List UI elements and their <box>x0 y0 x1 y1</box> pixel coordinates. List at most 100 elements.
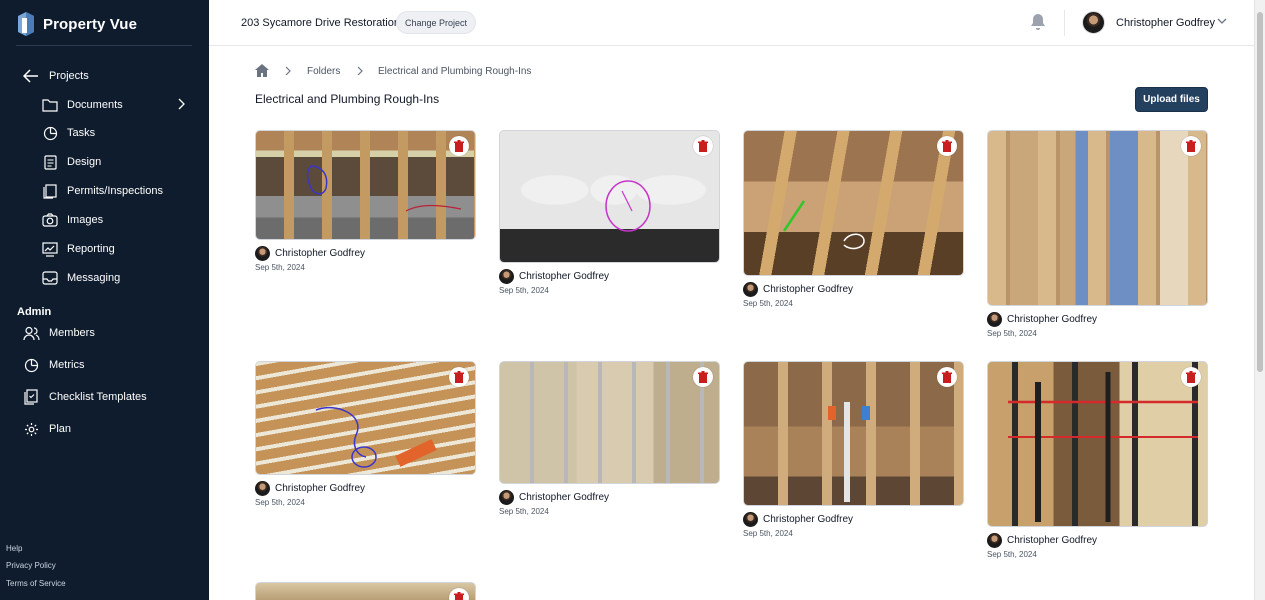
home-icon[interactable] <box>255 64 269 77</box>
sidebar-item-design[interactable]: Design <box>41 152 191 172</box>
gallery-item[interactable] <box>255 582 476 600</box>
photo-thumbnail[interactable] <box>987 361 1208 527</box>
pie-chart-icon <box>41 124 59 142</box>
page-scrollbar[interactable] <box>1254 0 1265 600</box>
scrollbar-thumb[interactable] <box>1257 12 1263 372</box>
sidebar-item-tasks[interactable]: Tasks <box>41 123 191 143</box>
chevron-right-icon <box>178 98 185 110</box>
folder-icon <box>41 96 59 114</box>
breadcrumb-current-folder[interactable]: Electrical and Plumbing Rough-Ins <box>378 66 531 77</box>
page-title: Electrical and Plumbing Rough-Ins <box>255 92 440 106</box>
delete-button[interactable] <box>693 367 713 387</box>
delete-button[interactable] <box>449 367 469 387</box>
gear-icon <box>22 420 40 438</box>
delete-button[interactable] <box>693 136 713 156</box>
help-link[interactable]: Help <box>6 544 22 553</box>
sidebar-item-checklist-templates[interactable]: Checklist Templates <box>22 387 147 407</box>
privacy-policy-link[interactable]: Privacy Policy <box>6 561 56 570</box>
sidebar-item-label: Reporting <box>67 243 115 255</box>
brand[interactable]: Property Vue <box>16 12 137 36</box>
trash-icon <box>698 139 708 152</box>
delete-button[interactable] <box>937 367 957 387</box>
delete-button[interactable] <box>937 136 957 156</box>
gallery-item[interactable]: Christopher Godfrey Sep 5th, 2024 <box>987 361 1208 559</box>
trash-icon <box>454 139 464 152</box>
sidebar: Property Vue Projects Documents Tasks De… <box>0 0 209 600</box>
trash-icon <box>942 370 952 383</box>
delete-button[interactable] <box>1181 367 1201 387</box>
sidebar-item-images[interactable]: Images <box>41 210 191 230</box>
photo-meta: Christopher Godfrey <box>743 512 964 527</box>
photo-author: Christopher Godfrey <box>275 248 366 259</box>
camera-icon <box>41 211 59 229</box>
gallery-item[interactable]: Christopher Godfrey Sep 5th, 2024 <box>499 130 720 295</box>
gallery-item[interactable]: Christopher Godfrey Sep 5th, 2024 <box>255 130 476 272</box>
photo-meta: Christopher Godfrey <box>499 490 720 505</box>
sidebar-item-metrics[interactable]: Metrics <box>22 355 84 375</box>
bell-icon[interactable] <box>1030 13 1046 31</box>
user-name[interactable]: Christopher Godfrey <box>1116 17 1215 29</box>
photo-thumbnail[interactable] <box>743 361 964 506</box>
chart-icon <box>41 240 59 258</box>
photo-meta: Christopher Godfrey <box>255 481 476 496</box>
author-avatar <box>987 533 1002 548</box>
user-avatar[interactable] <box>1082 11 1105 34</box>
photo-author: Christopher Godfrey <box>763 514 854 525</box>
annotation-markup <box>315 406 437 468</box>
photo-thumbnail[interactable] <box>255 582 476 600</box>
sidebar-item-label: Images <box>67 214 104 226</box>
sidebar-item-permits-inspections[interactable]: Permits/Inspections <box>41 181 191 201</box>
delete-button[interactable] <box>449 588 469 600</box>
arrow-left-icon <box>23 69 38 83</box>
terms-of-service-link[interactable]: Terms of Service <box>6 579 66 588</box>
sidebar-divider <box>16 45 192 46</box>
delete-button[interactable] <box>1181 136 1201 156</box>
pipe-detail <box>1008 372 1198 522</box>
sidebar-item-label: Permits/Inspections <box>67 185 163 197</box>
clipboard-icon <box>41 182 59 200</box>
sidebar-item-documents[interactable]: Documents <box>41 95 191 115</box>
photo-date: Sep 5th, 2024 <box>743 299 793 308</box>
chevron-right-icon <box>357 66 363 76</box>
author-avatar <box>255 246 270 261</box>
gallery-item[interactable]: Christopher Godfrey Sep 5th, 2024 <box>743 361 964 538</box>
chevron-right-icon <box>285 66 291 76</box>
sidebar-item-members[interactable]: Members <box>22 323 95 343</box>
sidebar-item-plan[interactable]: Plan <box>22 419 71 439</box>
sidebar-item-label: Plan <box>49 423 72 435</box>
sidebar-item-messaging[interactable]: Messaging <box>41 268 191 288</box>
photo-meta: Christopher Godfrey <box>743 282 964 297</box>
annotation-markup <box>605 180 651 232</box>
photo-thumbnail[interactable] <box>987 130 1208 306</box>
chevron-down-icon[interactable] <box>1217 17 1227 25</box>
photo-thumbnail[interactable] <box>743 130 964 276</box>
change-project-button[interactable]: Change Project <box>396 11 477 34</box>
pipe-detail <box>828 402 870 502</box>
photo-author: Christopher Godfrey <box>1007 314 1098 325</box>
photo-date: Sep 5th, 2024 <box>499 507 549 516</box>
sidebar-item-reporting[interactable]: Reporting <box>41 239 191 259</box>
photo-thumbnail[interactable] <box>499 130 720 263</box>
photo-thumbnail[interactable] <box>255 130 476 240</box>
top-header: 203 Sycamore Drive Restoration Change Pr… <box>209 0 1254 46</box>
gallery-item[interactable]: Christopher Godfrey Sep 5th, 2024 <box>255 361 476 507</box>
annotation-markup <box>782 200 865 250</box>
trash-icon <box>942 139 952 152</box>
author-avatar <box>743 282 758 297</box>
upload-files-button[interactable]: Upload files <box>1135 87 1208 112</box>
delete-button[interactable] <box>449 136 469 156</box>
trash-icon <box>454 591 464 600</box>
photo-author: Christopher Godfrey <box>519 271 610 282</box>
breadcrumb-folders[interactable]: Folders <box>307 66 340 77</box>
sidebar-item-projects[interactable]: Projects <box>23 66 89 86</box>
sidebar-item-label: Projects <box>49 70 89 82</box>
photo-thumbnail[interactable] <box>255 361 476 475</box>
sidebar-item-label: Documents <box>67 99 123 111</box>
photo-meta: Christopher Godfrey <box>499 269 720 284</box>
gallery-item[interactable]: Christopher Godfrey Sep 5th, 2024 <box>987 130 1208 338</box>
photo-thumbnail[interactable] <box>499 361 720 484</box>
author-avatar <box>499 490 514 505</box>
gallery-item[interactable]: Christopher Godfrey Sep 5th, 2024 <box>499 361 720 516</box>
gallery-item[interactable]: Christopher Godfrey Sep 5th, 2024 <box>743 130 964 308</box>
author-avatar <box>255 481 270 496</box>
